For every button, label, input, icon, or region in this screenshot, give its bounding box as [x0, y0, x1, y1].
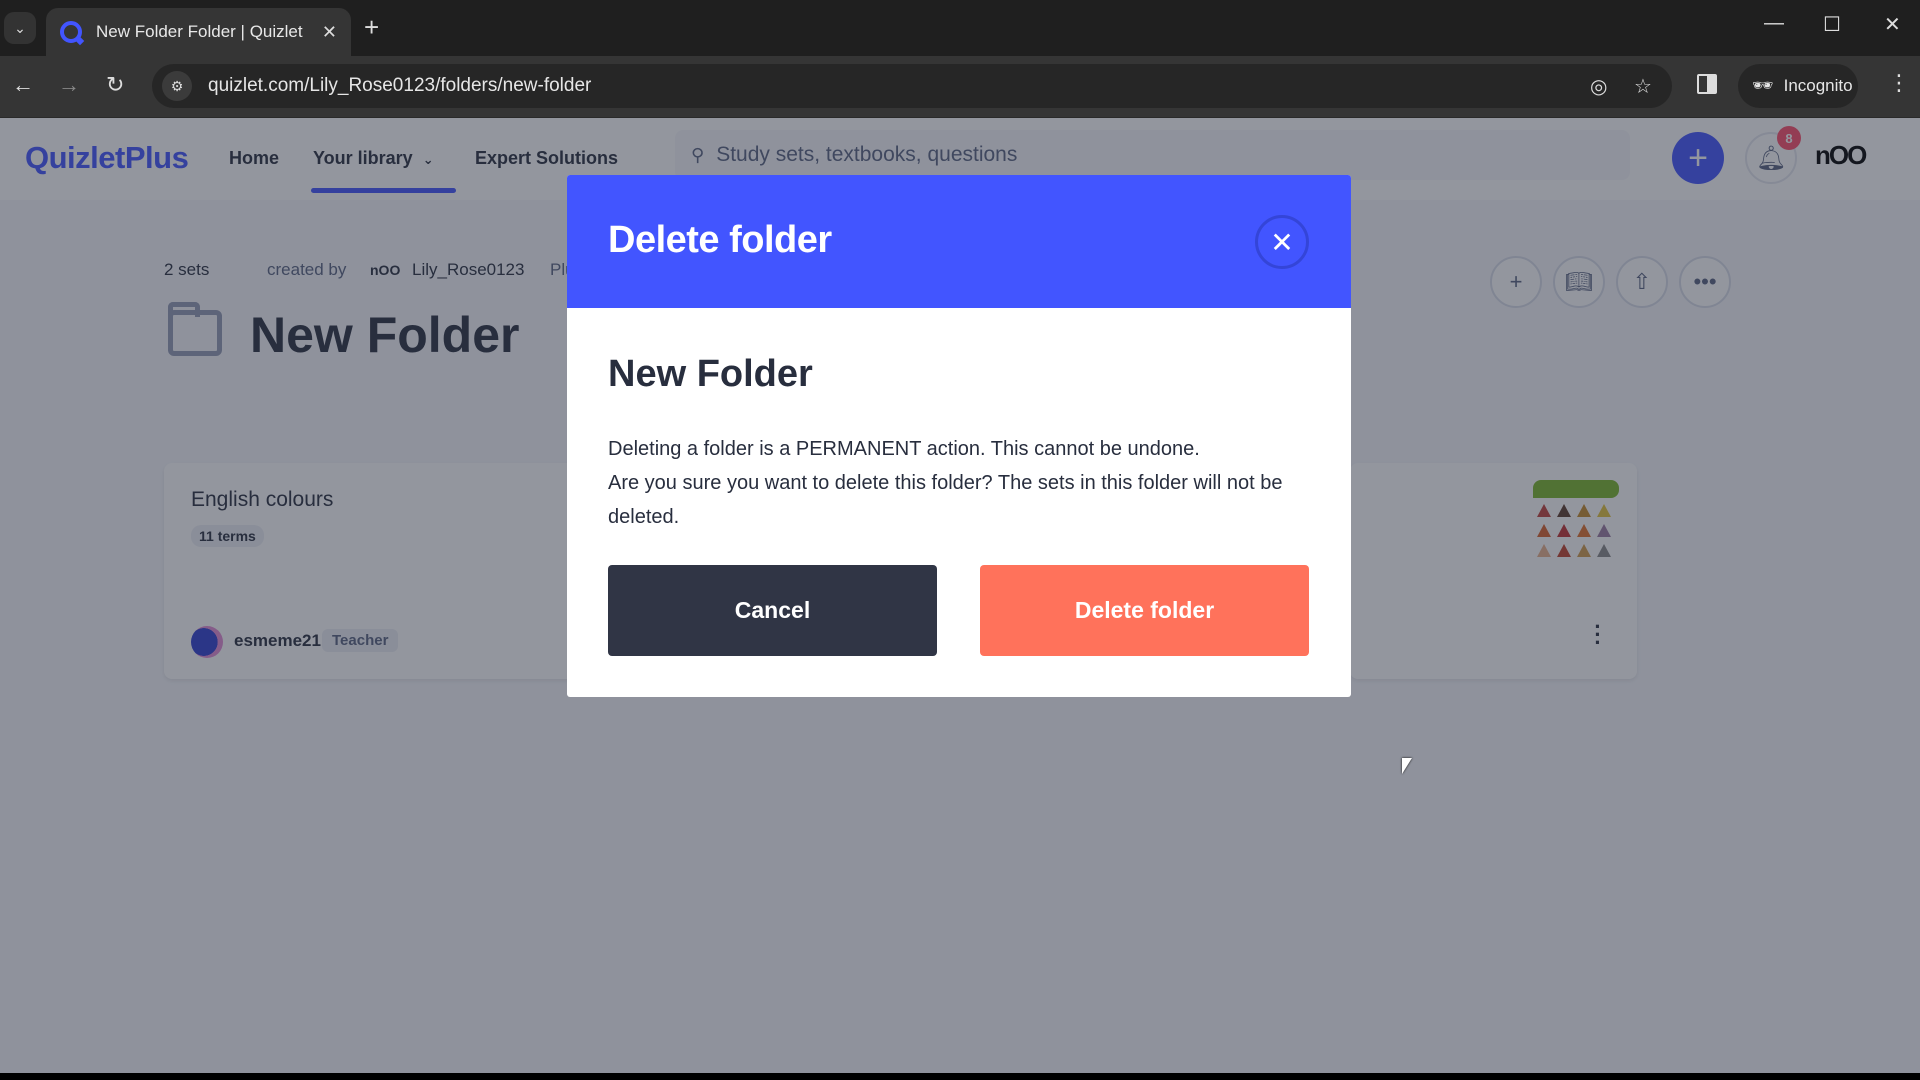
side-panel-icon[interactable]: [1697, 74, 1717, 94]
chevron-down-icon: ⌄: [14, 19, 26, 36]
dialog-confirm-line: Are you sure you want to delete this fol…: [608, 472, 1283, 528]
tab-close-icon[interactable]: ✕: [322, 22, 337, 43]
delete-folder-button[interactable]: Delete folder: [980, 565, 1309, 656]
delete-folder-dialog: Delete folder ✕ New Folder Deleting a fo…: [567, 175, 1351, 697]
bookmark-star-icon[interactable]: ☆: [1634, 74, 1652, 99]
quizlet-favicon-icon: [60, 21, 82, 43]
address-bar-row: ← → ↻ ⚙ quizlet.com/Lily_Rose0123/folder…: [0, 56, 1920, 118]
close-icon: ✕: [1270, 226, 1294, 258]
eye-off-icon[interactable]: ◎: [1590, 74, 1607, 99]
tab-title: New Folder Folder | Quizlet: [96, 22, 303, 41]
maximize-button[interactable]: ☐: [1823, 12, 1841, 37]
browser-tab-strip: ⌄ New Folder Folder | Quizlet ✕ + — ☐ ✕: [0, 0, 1920, 56]
address-bar[interactable]: ⚙ quizlet.com/Lily_Rose0123/folders/new-…: [152, 64, 1672, 108]
incognito-icon: 🕶: [1752, 76, 1774, 95]
dialog-title: Delete folder: [608, 219, 832, 261]
cancel-button[interactable]: Cancel: [608, 565, 937, 656]
browser-menu-icon[interactable]: ⋮: [1888, 70, 1910, 96]
reload-button[interactable]: ↻: [106, 72, 124, 98]
incognito-label: Incognito: [1783, 76, 1853, 95]
url-text[interactable]: quizlet.com/Lily_Rose0123/folders/new-fo…: [208, 75, 591, 97]
new-tab-button[interactable]: +: [364, 14, 379, 40]
screen-bottom-edge: [0, 1073, 1920, 1080]
dialog-header: Delete folder ✕: [567, 175, 1351, 308]
close-dialog-button[interactable]: ✕: [1255, 215, 1309, 269]
dialog-folder-name: New Folder: [608, 353, 813, 395]
close-window-button[interactable]: ✕: [1884, 12, 1901, 37]
dialog-message: Deleting a folder is a PERMANENT action.…: [608, 432, 1318, 534]
back-button[interactable]: ←: [12, 72, 34, 98]
tab-search-button[interactable]: ⌄: [4, 12, 36, 44]
mouse-cursor: [1402, 758, 1412, 774]
dialog-warning-line: Deleting a folder is a PERMANENT action.…: [608, 438, 1200, 460]
minimize-button[interactable]: —: [1764, 12, 1784, 35]
browser-tab-active[interactable]: New Folder Folder | Quizlet ✕: [46, 8, 351, 56]
forward-button[interactable]: →: [58, 72, 80, 98]
incognito-indicator[interactable]: 🕶 Incognito: [1738, 64, 1858, 108]
site-settings-icon[interactable]: ⚙: [162, 71, 192, 101]
